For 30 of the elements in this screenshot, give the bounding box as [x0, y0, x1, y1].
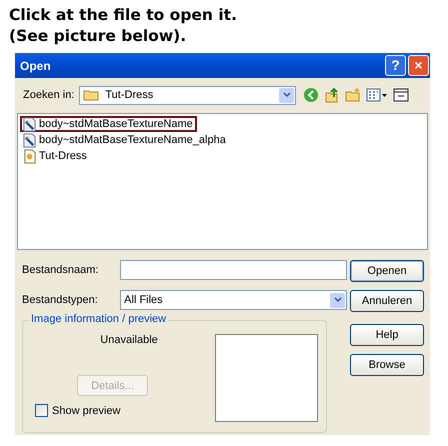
status-text: Unavailable: [100, 334, 158, 346]
file-name-label: Bestandsnaam:: [22, 264, 100, 276]
file-item[interactable]: body~stdMatBaseTextureName_alpha: [20, 132, 230, 148]
file-item[interactable]: body~stdMatBaseTextureName: [20, 116, 197, 132]
look-in-label: Zoeken in:: [23, 89, 74, 101]
image-file-icon: [22, 116, 37, 132]
folder-icon: [83, 89, 100, 101]
up-folder-icon[interactable]: [324, 87, 340, 103]
instruction-text: (See picture below).: [9, 26, 186, 47]
dialog-button[interactable]: Browse: [350, 354, 424, 376]
new-folder-icon[interactable]: [345, 87, 362, 103]
show-preview-label: Show preview: [52, 404, 120, 416]
back-icon[interactable]: [303, 87, 320, 103]
file-type-dropdown[interactable]: All Files: [120, 290, 347, 310]
view-menu-icon[interactable]: [366, 87, 388, 103]
image-file-icon: [22, 132, 37, 148]
file-item[interactable]: Tut-Dress: [20, 148, 91, 164]
dialog-button[interactable]: Annuleren: [350, 290, 424, 312]
group-title: Image information / preview: [29, 313, 168, 325]
look-in-dropdown[interactable]: Tut-Dress: [79, 86, 296, 104]
file-name-field[interactable]: [120, 260, 347, 280]
window-title: Open: [20, 58, 52, 72]
dialog-button[interactable]: Help: [350, 324, 424, 346]
close-button[interactable]: ×: [408, 55, 429, 76]
dialog-button[interactable]: Openen: [350, 260, 424, 282]
file-type-label: Bestandstypen:: [22, 294, 99, 306]
show-preview-checkbox[interactable]: [35, 404, 48, 417]
instruction-text: Click at the file to open it.: [9, 5, 237, 26]
help-button[interactable]: ?: [385, 55, 406, 76]
document-icon: [22, 148, 37, 164]
